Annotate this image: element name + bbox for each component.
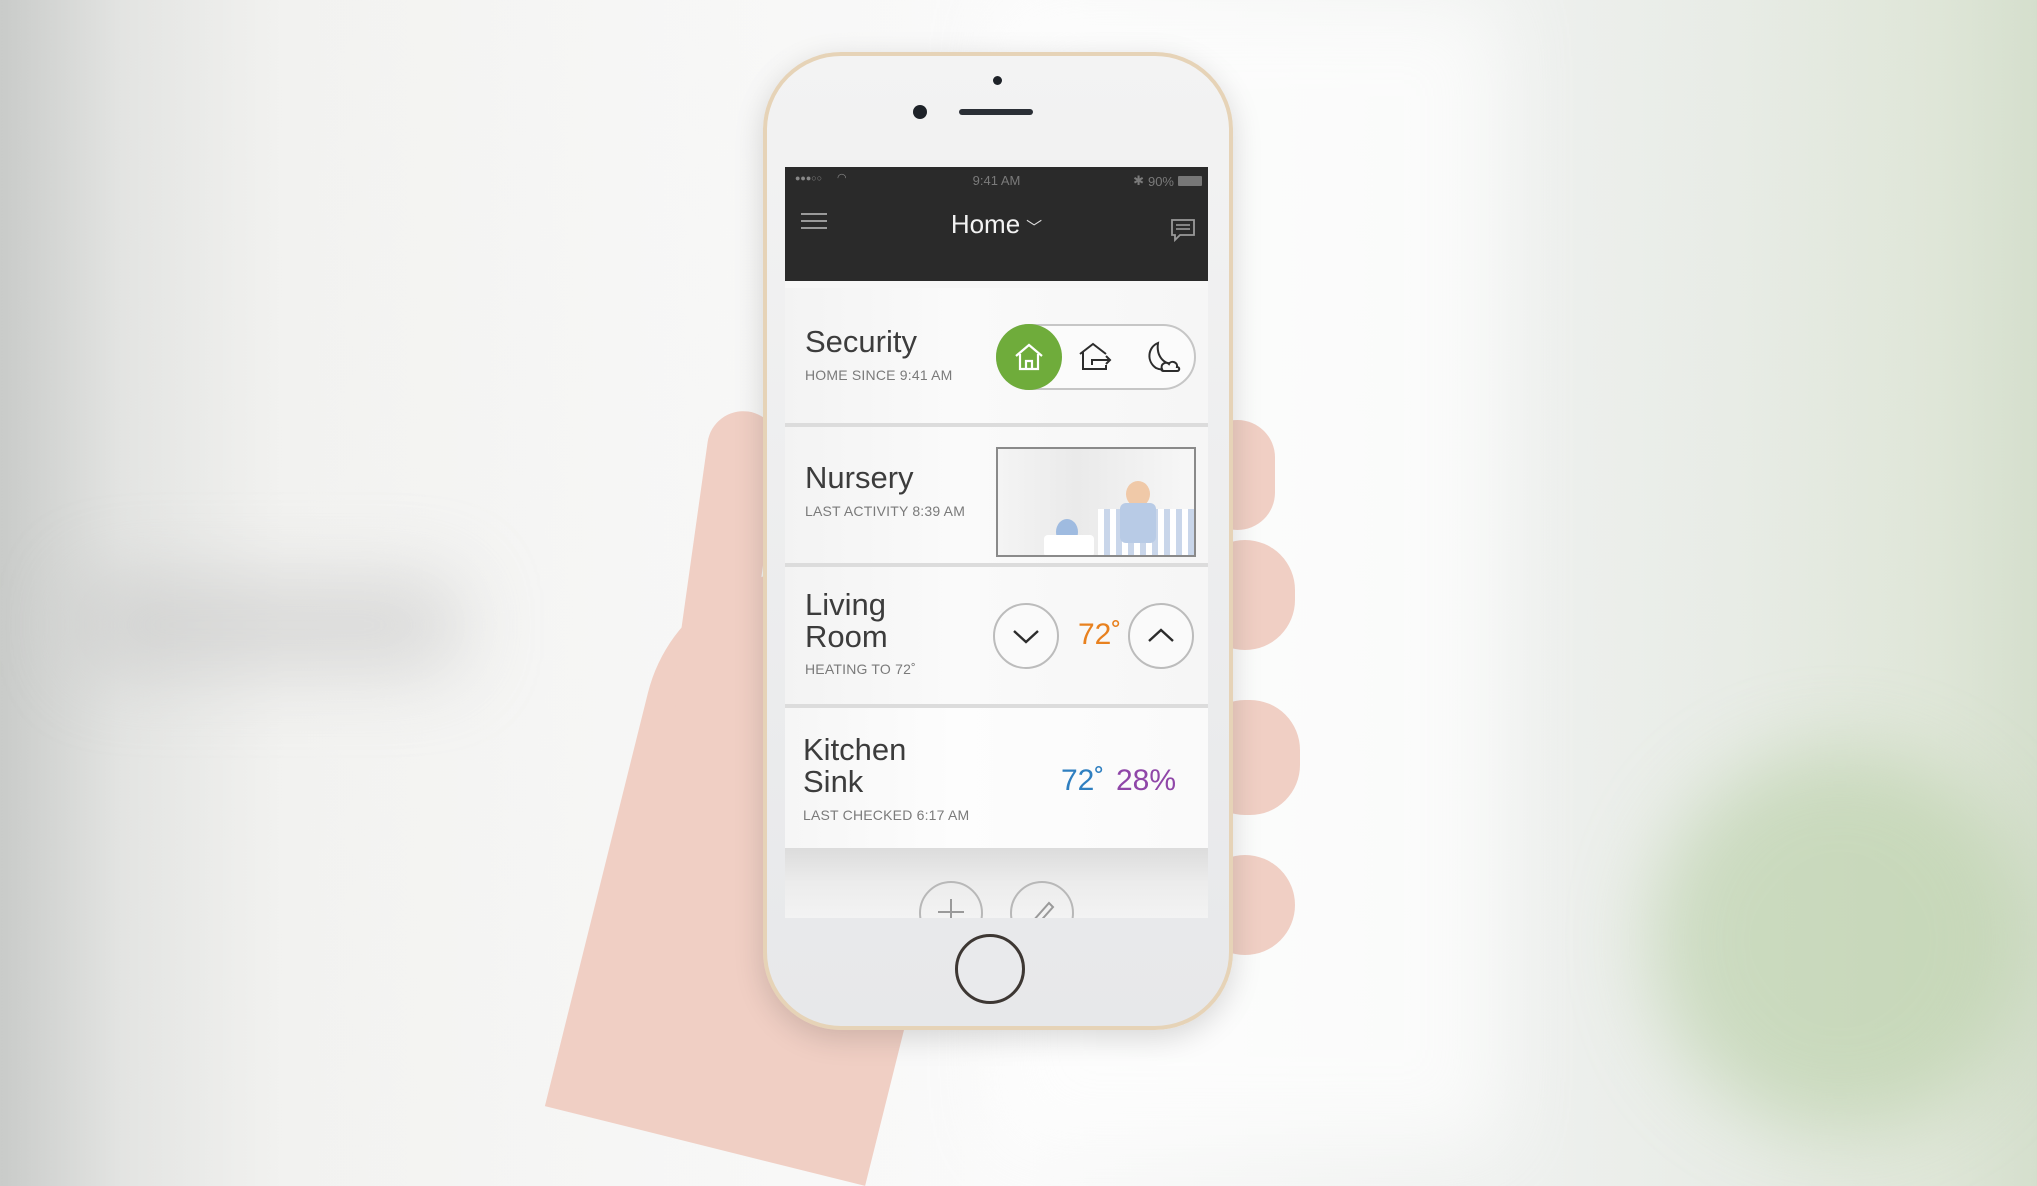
house-exit-icon [1079, 342, 1112, 370]
kitchen-sink-status: LAST CHECKED 6:17 AM [803, 807, 970, 823]
living-room-status: HEATING TO 72˚ [805, 661, 916, 677]
mode-home-button[interactable] [996, 324, 1062, 390]
app-screen: ●●●○○ ◠ 9:41 AM ✱ 90% Home ﹀ Security HOM… [785, 167, 1208, 918]
earpiece-speaker [959, 109, 1033, 115]
temperature-down-button[interactable] [993, 603, 1059, 669]
home-button[interactable] [955, 934, 1025, 1004]
living-room-setpoint: 72˚ [1078, 618, 1122, 651]
mode-away-button[interactable] [1063, 324, 1129, 390]
proximity-sensor [993, 76, 1002, 85]
pencil-icon [1034, 901, 1055, 918]
security-title: Security [805, 324, 917, 359]
living-room-title-line1: Living [805, 587, 886, 622]
house-icon [1015, 343, 1043, 371]
background-shelf [80, 580, 460, 670]
kitchen-sink-title-line1: Kitchen [803, 732, 907, 767]
baby-body [1120, 503, 1156, 543]
security-status: HOME SINCE 9:41 AM [805, 367, 953, 383]
bluetooth-icon: ✱ [1133, 173, 1144, 188]
chevron-down-icon [1013, 630, 1039, 644]
page-title: Home [950, 209, 1021, 239]
chevron-up-icon [1148, 628, 1174, 642]
chair [1044, 535, 1094, 555]
add-device-button[interactable] [919, 881, 983, 918]
chat-icon[interactable] [1170, 217, 1196, 243]
nav-bar: Home ﹀ [785, 193, 1208, 281]
battery-percent: 90% [1147, 173, 1174, 189]
battery-icon [1178, 176, 1202, 186]
temperature-up-button[interactable] [1128, 603, 1194, 669]
chevron-down-icon: ﹀ [1026, 220, 1043, 237]
front-camera [913, 105, 927, 119]
nursery-card[interactable]: Nursery LAST ACTIVITY 8:39 AM [785, 427, 1208, 567]
living-room-title-line2: Room [805, 619, 888, 654]
background-plant [1650, 750, 2030, 1130]
edit-button[interactable] [1010, 881, 1074, 918]
battery-status: ✱ 90% [1133, 173, 1202, 189]
kitchen-sink-temperature: 72˚ [1061, 764, 1105, 797]
location-selector[interactable]: Home ﹀ [785, 209, 1208, 240]
moon-cloud-icon [1148, 341, 1181, 372]
security-mode-toggle [996, 324, 1196, 390]
living-room-card[interactable]: Living Room HEATING TO 72˚ 72˚ [785, 567, 1208, 708]
kitchen-sink-title-line2: Sink [803, 764, 864, 799]
nursery-title: Nursery [805, 460, 914, 495]
mode-night-button[interactable] [1129, 324, 1195, 390]
security-card[interactable]: Security HOME SINCE 9:41 AM [785, 288, 1208, 427]
nursery-camera-thumbnail[interactable] [996, 447, 1196, 557]
status-bar: ●●●○○ ◠ 9:41 AM ✱ 90% [785, 167, 1208, 193]
plus-icon [938, 899, 964, 918]
nursery-status: LAST ACTIVITY 8:39 AM [805, 503, 966, 519]
footer-actions [785, 848, 1208, 918]
kitchen-sink-humidity: 28% [1116, 764, 1177, 797]
kitchen-sink-card[interactable]: Kitchen Sink LAST CHECKED 6:17 AM 72˚ 28… [785, 708, 1208, 848]
